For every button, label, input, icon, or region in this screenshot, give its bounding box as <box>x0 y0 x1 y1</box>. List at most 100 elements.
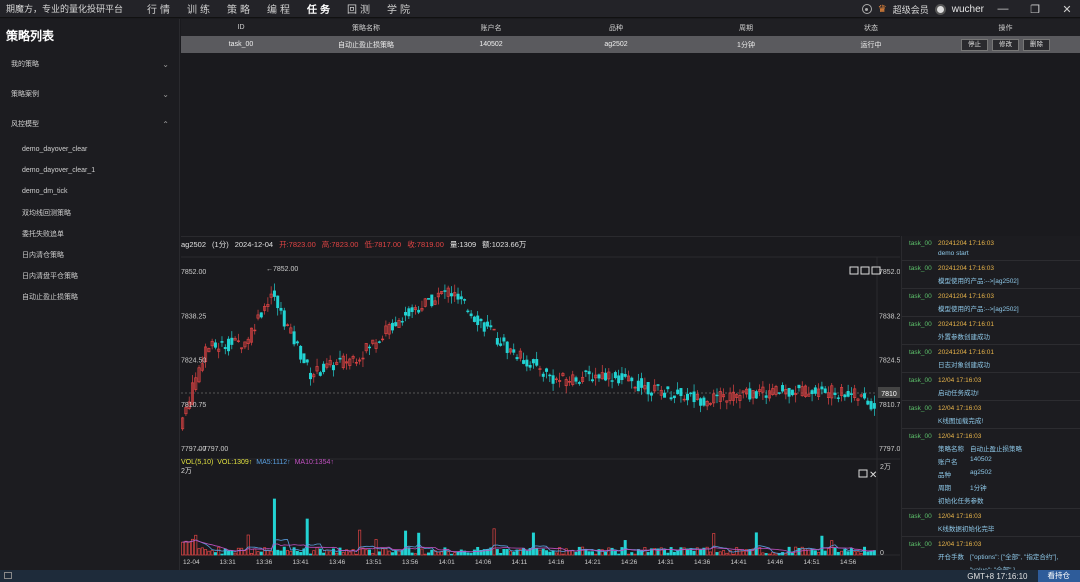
nav-training[interactable]: 训练 <box>180 1 220 16</box>
candle <box>292 331 296 345</box>
volume-bar <box>535 548 539 556</box>
strategy-item[interactable]: 日内清盘平仓策略 <box>0 265 179 286</box>
username[interactable]: wucher <box>952 4 984 15</box>
volume-bar <box>361 547 365 556</box>
edit-button[interactable]: 修改 <box>992 38 1019 51</box>
volume-bar <box>551 550 555 556</box>
volume-bar <box>669 547 673 556</box>
log-entry: task_00 12/04 17:16:03 K线图加载完成! <box>902 401 1080 429</box>
log-body: 20241204 17:16:01 外置参数创建成功 <box>938 319 1080 341</box>
volume-bar <box>377 551 381 556</box>
candle <box>548 374 552 377</box>
candle <box>463 299 467 301</box>
section-label: 策略案例 <box>11 91 39 98</box>
volume-bar <box>276 549 280 556</box>
log-param: "value": "全部" ] <box>938 561 1080 570</box>
volume-bar <box>823 550 827 556</box>
log-entry: task_00 20241204 17:16:01 日志对象创建成功 <box>902 345 1080 373</box>
draw-icon[interactable] <box>860 266 870 275</box>
stop-button[interactable]: 停止 <box>961 38 988 51</box>
strategy-item[interactable]: 双均线回测策略 <box>0 202 179 223</box>
volume-bar <box>787 546 791 556</box>
volume-bar <box>617 553 621 556</box>
candle <box>476 315 480 326</box>
volume-bar <box>456 551 460 556</box>
vol-tool-icons[interactable]: ✕ <box>858 469 877 481</box>
section-strategy-cases[interactable]: 策略案例 ⌄ <box>0 79 179 109</box>
strategy-item[interactable]: demo_dm_tick <box>0 181 179 202</box>
log-line: demo start <box>938 250 969 257</box>
volume-bar <box>220 553 224 556</box>
price-tick-label: 7810.75 <box>181 402 206 409</box>
close-icon[interactable]: ✕ <box>1054 0 1080 18</box>
log-body: 12/04 17:16:03 K线数据初始化完毕 <box>938 511 1080 533</box>
nav-tasks[interactable]: 任务 <box>300 1 340 16</box>
avatar[interactable] <box>934 3 946 15</box>
candle <box>820 386 824 390</box>
restore-icon[interactable]: ❐ <box>1022 0 1048 18</box>
view-position-button[interactable]: 看持仓 <box>1037 570 1080 582</box>
volume-bar <box>581 546 585 556</box>
nav-backtest[interactable]: 回测 <box>340 1 380 16</box>
candle <box>545 368 549 372</box>
volume-bar <box>472 549 476 556</box>
panel-icon[interactable] <box>4 572 12 579</box>
volume-bar <box>256 551 260 556</box>
strategy-item[interactable]: demo_dayover_clear <box>0 139 179 160</box>
volume-bar <box>246 534 250 556</box>
candle <box>748 388 752 400</box>
candle <box>656 384 660 386</box>
app-title: 期魔方，专业的量化投研平台 <box>6 4 124 14</box>
app-window: 期魔方，专业的量化投研平台 行情 训练 策略 编程 任务 回测 学院 ♛ 超级会… <box>0 0 1080 582</box>
section-my-strategies[interactable]: 我的策略 ⌄ <box>0 49 179 79</box>
log-panel[interactable]: task_00 20241204 17:16:03 demo start task_0… <box>901 236 1080 570</box>
section-label: 我的策略 <box>11 61 39 68</box>
candle <box>282 310 286 327</box>
volume-bar <box>259 551 263 556</box>
vip-label[interactable]: 超级会员 <box>893 3 929 16</box>
nav-academy[interactable]: 学院 <box>380 1 420 16</box>
nav-programming[interactable]: 编程 <box>260 1 300 16</box>
record-icon[interactable] <box>861 4 872 14</box>
nav-quotes[interactable]: 行情 <box>140 1 180 16</box>
log-time: 12/04 17:16:03 <box>938 541 982 548</box>
close-icon[interactable]: ✕ <box>869 470 877 481</box>
volume-bar <box>427 552 431 556</box>
volume-bar <box>813 550 817 556</box>
strategy-item[interactable]: 自动止盈止损策略 <box>0 286 179 307</box>
minimize-icon[interactable]: — <box>990 0 1016 18</box>
delete-button[interactable]: 删除 <box>1023 38 1050 51</box>
volume-bar <box>843 549 847 556</box>
ma5-value: MA5:1112↑ <box>256 459 290 466</box>
time-tick-label: 14:46 <box>767 559 784 566</box>
volume-bar <box>299 552 303 556</box>
candle <box>620 373 624 380</box>
volume-bar <box>666 552 670 556</box>
candle <box>394 322 398 327</box>
section-risk-models[interactable]: 风控模型 ⌃ <box>0 109 179 139</box>
nav-strategy[interactable]: 策略 <box>220 1 260 16</box>
chart-tool-icons[interactable] <box>849 266 881 275</box>
strategy-item[interactable]: demo_dayover_clear_1 <box>0 160 179 181</box>
kline-chart[interactable]: ag2502 (1分) 2024-12-04 开:7823.00 高:7823.… <box>181 236 900 570</box>
volume-bar <box>761 552 765 556</box>
candle <box>443 290 447 292</box>
candle <box>587 371 591 375</box>
candle-type-icon[interactable] <box>849 266 859 275</box>
log-line: K线数据初始化完毕 <box>938 526 995 533</box>
vol-indicator-icon[interactable] <box>858 469 868 478</box>
candle <box>466 310 470 313</box>
volume-bar <box>453 552 457 556</box>
volume-bar <box>253 548 257 556</box>
log-entry: task_00 20241204 17:16:01 外置参数创建成功 <box>902 317 1080 345</box>
section-label: 风控模型 <box>11 121 39 128</box>
candle <box>512 349 516 353</box>
log-line: 日志对象创建成功 <box>938 362 990 369</box>
candle <box>640 378 644 388</box>
volume-bar <box>863 546 867 556</box>
candle <box>869 401 873 410</box>
table-row[interactable]: task_00 自动止盈止损策略 140502 ag2502 1分钟 运行中 停… <box>181 36 1080 53</box>
risk-model-list: demo_dayover_clear demo_dayover_clear_1 … <box>0 139 179 307</box>
strategy-item[interactable]: 日内清仓策略 <box>0 244 179 265</box>
strategy-item[interactable]: 委托失败追单 <box>0 223 179 244</box>
